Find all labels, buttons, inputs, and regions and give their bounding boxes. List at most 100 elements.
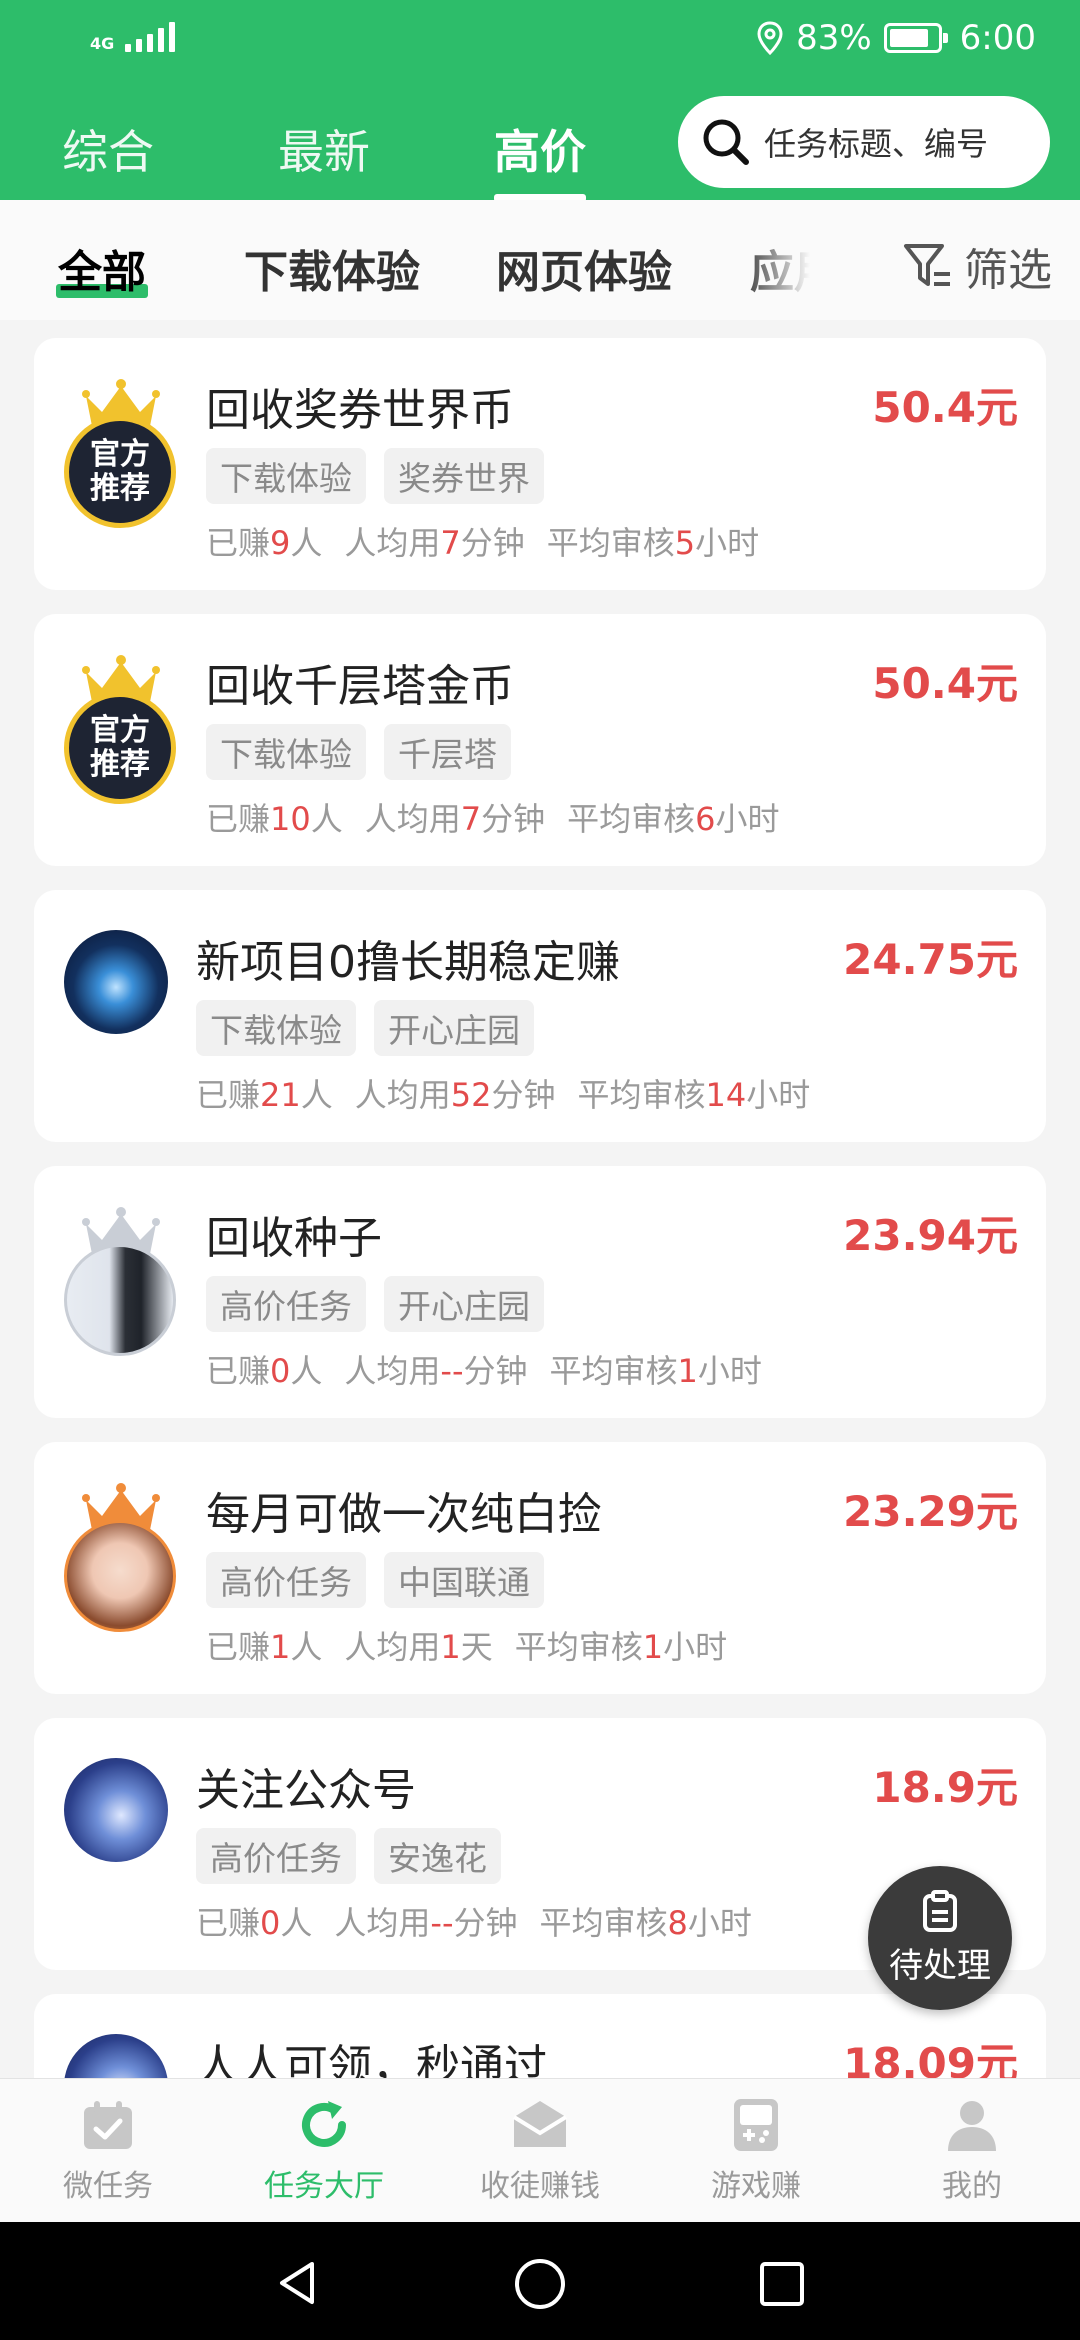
task-price: 50.4元	[872, 383, 1018, 432]
task-stats: 已赚0人 人均用--分钟 平均审核1小时	[206, 1352, 762, 1390]
task-title: 人人可领，秒通过	[196, 2041, 548, 2078]
clipboard-icon	[923, 1889, 957, 1932]
back-icon[interactable]	[272, 2258, 322, 2308]
pending-label: 待处理	[889, 1945, 991, 1986]
avg-time: 1	[440, 1628, 461, 1666]
review-hours: 1	[677, 1352, 698, 1390]
nav-mine[interactable]: 我的	[864, 2097, 1080, 2205]
tab-comprehensive[interactable]: 综合	[62, 116, 154, 182]
task-title: 回收奖券世界币	[206, 385, 514, 436]
home-icon[interactable]	[513, 2257, 567, 2311]
nav-game-earn[interactable]: 游戏赚	[648, 2097, 864, 2205]
avg-time: 7	[460, 800, 482, 838]
task-tag: 下载体验	[206, 448, 366, 504]
task-tag: 下载体验	[196, 1000, 356, 1056]
task-tags: 下载体验 千层塔	[206, 724, 511, 780]
review-hours: 5	[674, 524, 696, 562]
filter-button[interactable]: 筛选	[902, 234, 1052, 298]
task-stats: 已赚9人 人均用7分钟 平均审核5小时	[206, 524, 760, 562]
system-nav-bar	[0, 2222, 1080, 2340]
task-title: 新项目0撸长期稳定赚	[196, 937, 620, 988]
task-price: 18.9元	[872, 1763, 1018, 1812]
task-stats: 已赚0人 人均用--分钟 平均审核8小时	[196, 1904, 752, 1942]
task-list: 官方 推荐 回收奖券世界币 50.4元 下载体验 奖券世界 已赚9人 人均用7分钟 平均审核5小…	[0, 320, 1080, 2078]
task-tag: 奖券世界	[384, 448, 544, 504]
battery-percent: 83%	[796, 18, 872, 58]
category-fade	[740, 220, 840, 310]
task-tags: 下载体验 奖券世界	[206, 448, 544, 504]
pending-button[interactable]: 待处理	[868, 1866, 1012, 2010]
filter-icon	[904, 244, 950, 286]
task-tag: 高价任务	[206, 1276, 366, 1332]
task-card[interactable]: 新项目0撸长期稳定赚 24.75元 下载体验 开心庄园 已赚21人 人均用52分钟 平均审核…	[34, 890, 1046, 1142]
task-stats: 已赚21人 人均用52分钟 平均审核14小时	[196, 1076, 811, 1114]
task-tag: 高价任务	[206, 1552, 366, 1608]
task-tags: 高价任务 开心庄园	[206, 1276, 544, 1332]
review-hours: 8	[667, 1904, 688, 1942]
app-header: 4G 83% 6:00 综合 最新 高价 任务标题、编号	[0, 0, 1080, 202]
task-stats: 已赚10人 人均用7分钟 平均审核6小时	[206, 800, 780, 838]
signal-indicator: 4G	[90, 22, 176, 52]
task-title: 回收千层塔金币	[206, 661, 514, 712]
earned-count: 21	[260, 1076, 301, 1114]
earned-count: 10	[270, 800, 311, 838]
nav-recruit[interactable]: 收徒赚钱	[432, 2097, 648, 2205]
task-title: 回收种子	[206, 1213, 382, 1264]
task-tag: 开心庄园	[374, 1000, 534, 1056]
gameboy-icon	[734, 2099, 778, 2151]
task-tags: 下载体验 开心庄园	[196, 1000, 534, 1056]
task-avatar	[64, 1206, 176, 1356]
task-tag: 千层塔	[384, 724, 511, 780]
task-avatar	[64, 2034, 176, 2078]
earned-count: 0	[270, 1352, 291, 1390]
nav-task-hall[interactable]: 任务大厅	[216, 2097, 432, 2205]
avg-time: --	[430, 1904, 454, 1942]
task-card[interactable]: 官方 推荐 回收千层塔金币 50.4元下载体验 千层塔已赚10人 人均用7分钟 平均审核6小…	[34, 614, 1046, 866]
avg-time: --	[440, 1352, 464, 1390]
task-card[interactable]: 每月可做一次纯白捡 23.29元高价任务 中国联通已赚1人 人均用1天 平均审核1小时	[34, 1442, 1046, 1694]
earned-count: 9	[270, 524, 291, 562]
task-tag: 中国联通	[384, 1552, 544, 1608]
status-bar: 4G 83% 6:00	[0, 0, 1080, 84]
avg-time: 7	[440, 524, 461, 562]
recents-icon[interactable]	[758, 2260, 806, 2308]
search-placeholder: 任务标题、编号	[764, 125, 989, 163]
calendar-check-icon	[84, 2101, 132, 2149]
envelope-icon	[512, 2101, 568, 2147]
task-price: 50.4元	[872, 659, 1018, 708]
task-title: 关注公众号	[196, 1765, 416, 1816]
task-avatar: 官方 推荐	[64, 378, 176, 528]
task-price: 18.09元	[843, 2039, 1018, 2078]
category-tabs: 全部 下载体验 网页体验 应用 筛选	[0, 200, 1080, 320]
task-stats: 已赚1人 人均用1天 平均审核1小时	[206, 1628, 728, 1666]
review-hours: 1	[642, 1628, 664, 1666]
earned-count: 1	[270, 1628, 291, 1666]
task-title: 每月可做一次纯白捡	[206, 1489, 602, 1540]
task-tags: 高价任务 安逸花	[196, 1828, 501, 1884]
task-card[interactable]: 人人可领，秒通过 18.09元	[34, 1994, 1046, 2078]
search-input[interactable]: 任务标题、编号	[678, 96, 1050, 188]
category-web[interactable]: 网页体验	[496, 236, 672, 300]
category-download[interactable]: 下载体验	[244, 236, 420, 300]
task-tag: 安逸花	[374, 1828, 501, 1884]
location-icon	[757, 21, 783, 55]
task-avatar	[64, 1482, 176, 1632]
person-icon	[948, 2101, 996, 2151]
task-tag: 开心庄园	[384, 1276, 544, 1332]
task-price: 23.94元	[843, 1211, 1018, 1260]
task-price: 23.29元	[843, 1487, 1018, 1536]
review-hours: 6	[695, 800, 716, 838]
task-card[interactable]: 官方 推荐 回收奖券世界币 50.4元下载体验 奖券世界已赚9人 人均用7分钟 平均审核5小…	[34, 338, 1046, 590]
category-all[interactable]: 全部	[56, 236, 148, 300]
clock: 6:00	[959, 18, 1036, 58]
earned-count: 0	[260, 1904, 281, 1942]
task-avatar: 官方 推荐	[64, 654, 176, 804]
task-tags: 高价任务 中国联通	[206, 1552, 544, 1608]
task-avatar	[64, 930, 176, 1080]
task-card[interactable]: 回收种子 23.94元高价任务 开心庄园已赚0人 人均用--分钟 平均审核1小时	[34, 1166, 1046, 1418]
tab-high-price[interactable]: 高价	[494, 116, 586, 202]
nav-micro-task[interactable]: 微任务	[0, 2097, 216, 2205]
tab-latest[interactable]: 最新	[278, 116, 370, 182]
avg-time: 52	[450, 1076, 492, 1114]
task-avatar	[64, 1758, 176, 1908]
